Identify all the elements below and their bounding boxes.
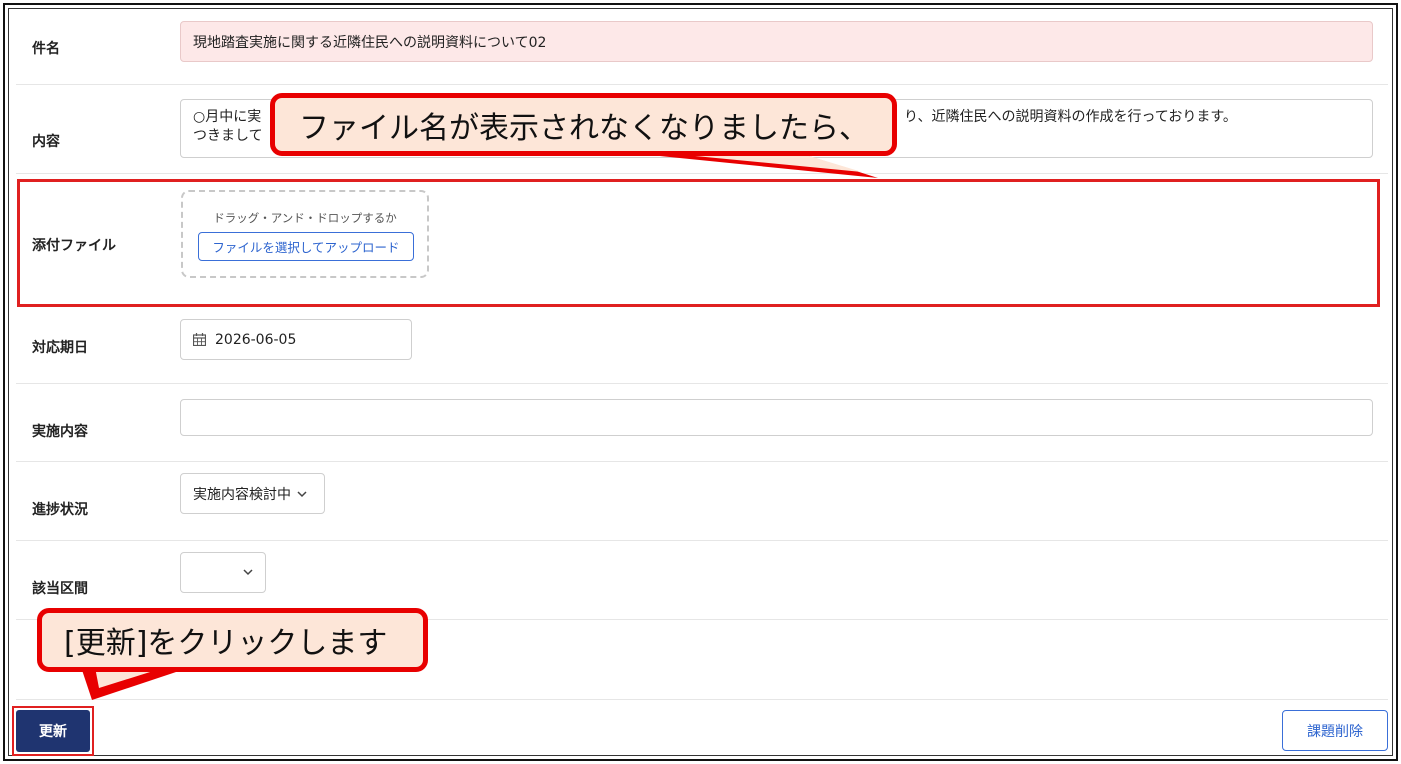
content-line1-start: ○月中に実 — [193, 109, 262, 125]
section-label: 該当区間 — [32, 581, 88, 597]
content-label: 内容 — [32, 134, 60, 150]
callout-top-text: ファイル名が表示されなくなりましたら、 — [299, 110, 869, 146]
callout-top: ファイル名が表示されなくなりましたら、 — [270, 93, 897, 156]
status-value: 実施内容検討中 — [193, 486, 291, 503]
subject-input[interactable]: 現地踏査実施に関する近隣住民への説明資料について02 — [180, 21, 1373, 62]
subject-label: 件名 — [32, 41, 60, 57]
action-row: 実施内容 — [16, 384, 1388, 462]
section-select[interactable] — [180, 552, 266, 593]
status-row: 進捗状況 実施内容検討中 — [16, 462, 1388, 541]
action-input[interactable] — [180, 399, 1373, 436]
attachment-highlight — [17, 179, 1380, 307]
calendar-icon — [193, 333, 206, 346]
chevron-down-icon — [297, 490, 307, 497]
due-date-value: 2026-06-05 — [215, 331, 297, 348]
delete-issue-button[interactable]: 課題削除 — [1282, 710, 1388, 751]
due-date-input[interactable]: 2026-06-05 — [180, 319, 412, 360]
callout-bottom: [更新]をクリックします — [37, 608, 428, 672]
status-select[interactable]: 実施内容検討中 — [180, 473, 325, 514]
status-label: 進捗状況 — [32, 502, 88, 518]
due-date-label: 対応期日 — [32, 340, 88, 356]
subject-value: 現地踏査実施に関する近隣住民への説明資料について02 — [193, 35, 547, 51]
content-line2-start: つきまして — [193, 128, 263, 144]
subject-row: 件名 現地踏査実施に関する近隣住民への説明資料について02 — [16, 8, 1388, 85]
chevron-down-icon — [243, 569, 253, 576]
callout-bottom-text: [更新]をクリックします — [64, 626, 388, 661]
update-button[interactable]: 更新 — [16, 710, 90, 752]
content-line1-end: り、近隣住民への説明資料の作成を行っております。 — [904, 109, 1237, 125]
action-label: 実施内容 — [32, 424, 88, 440]
due-date-row: 対応期日 2026-06-05 — [16, 307, 1388, 384]
